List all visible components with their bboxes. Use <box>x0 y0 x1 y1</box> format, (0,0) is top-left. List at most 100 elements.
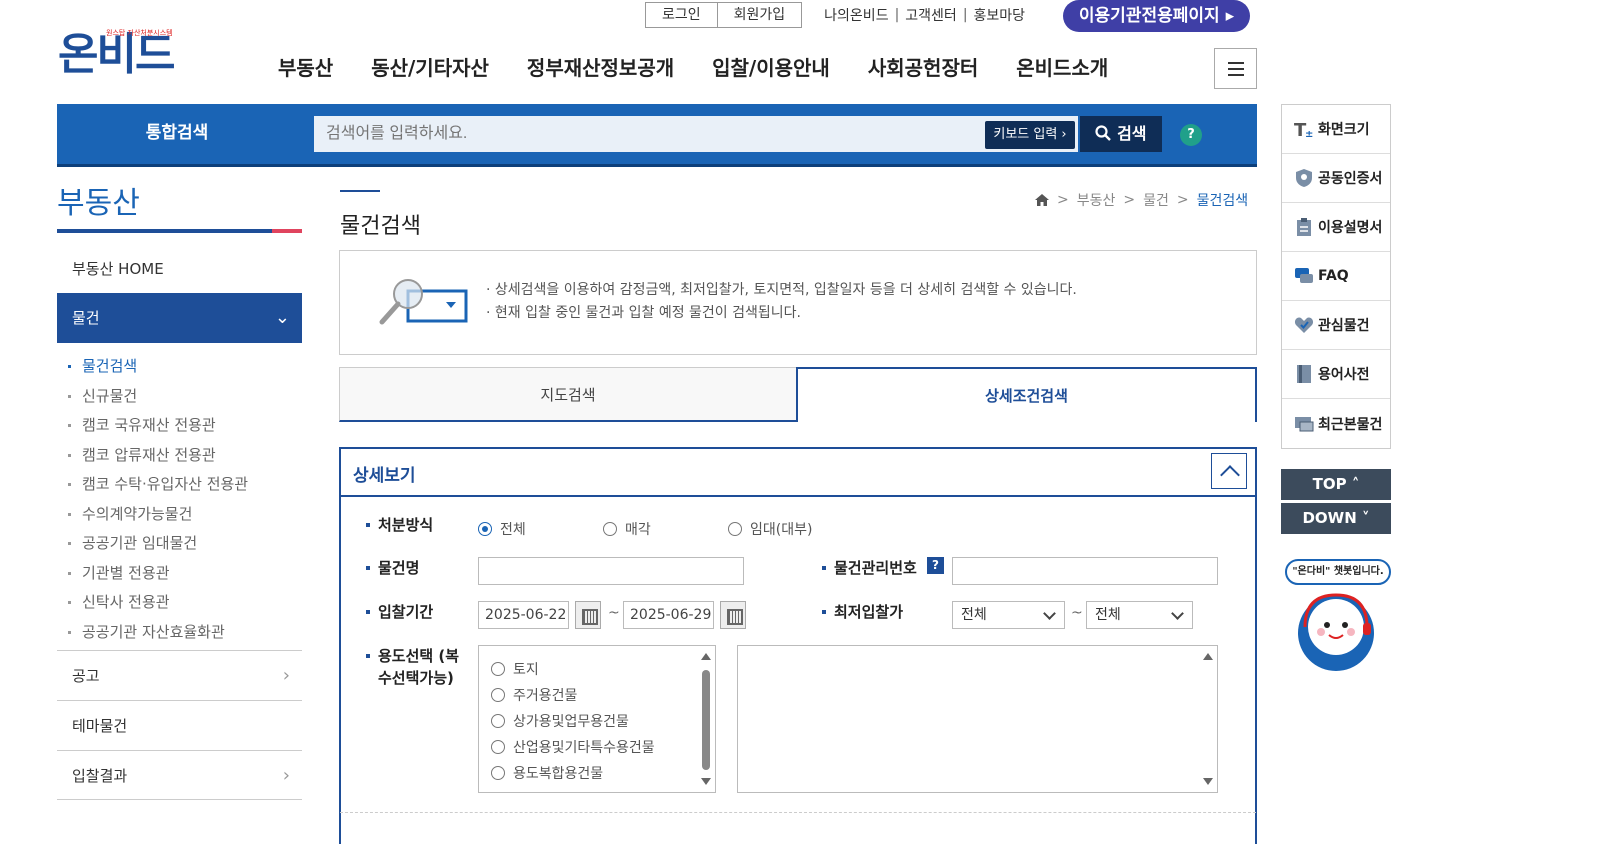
logo[interactable]: 원스탑 자산처분시스템 온비드 <box>58 29 176 80</box>
sidebar-item-results[interactable]: 입찰결과 › <box>57 750 302 800</box>
submenu-item[interactable]: 신규물건 <box>68 382 248 412</box>
chevron-right-icon: › <box>282 665 290 686</box>
radio-label: 전체 <box>500 522 526 538</box>
quick-item-certificate[interactable]: 공동인증서 <box>1282 154 1390 203</box>
search-button[interactable]: 검색 <box>1080 116 1162 152</box>
scrollbar[interactable] <box>1201 648 1215 790</box>
min-bid-from-select[interactable]: 전체 <box>952 601 1065 629</box>
crumb-sep: > <box>1176 192 1189 208</box>
sidebar-item-label: 입찰결과 <box>72 767 128 785</box>
submenu-item[interactable]: 공공기관 자산효율화관 <box>68 618 248 648</box>
sidebar-item-notice[interactable]: 공고 › <box>57 650 302 700</box>
period-label: 입찰기간 <box>366 601 433 623</box>
crumb-sep: > <box>1057 192 1069 208</box>
calendar-icon[interactable] <box>575 601 601 629</box>
crumb-item[interactable]: 부동산 <box>1077 190 1116 210</box>
usage-option[interactable]: 상가용및업무용건물 <box>491 708 655 734</box>
scrollbar[interactable] <box>699 648 713 790</box>
sidebar-title-underline <box>57 229 302 233</box>
help-icon[interactable]: ? <box>1180 124 1202 146</box>
calendar-icon[interactable] <box>720 601 746 629</box>
mgmt-no-input[interactable] <box>952 557 1218 585</box>
submenu-item[interactable]: 캠코 압류재산 전용관 <box>68 441 248 471</box>
submenu-item[interactable]: 신탁사 전용관 <box>68 588 248 618</box>
quick-item-recent[interactable]: 최근본물건 <box>1282 399 1390 448</box>
quick-item-screen-size[interactable]: T ± 화면크기 <box>1282 105 1390 154</box>
chatbot-button[interactable]: "온다비" 챗봇입니다. <box>1283 557 1393 672</box>
chevron-down-icon: ⌄ <box>274 307 290 328</box>
org-page-button[interactable]: 이용기관전용페이지 ▸ <box>1063 0 1250 32</box>
search-tabs: 지도검색 상세조건검색 <box>339 367 1257 422</box>
usage-option-label: 토지 <box>513 662 539 678</box>
submenu-item[interactable]: 물건검색 <box>68 352 248 382</box>
text-size-icon: T± <box>1294 120 1313 139</box>
top-button[interactable]: TOP ˄ <box>1281 469 1391 500</box>
tab-map-search[interactable]: 지도검색 <box>339 367 797 422</box>
collapse-button[interactable] <box>1211 453 1247 489</box>
login-link[interactable]: 로그인 <box>646 3 717 27</box>
top-label: TOP <box>1312 475 1347 493</box>
radio-all[interactable]: 전체 <box>478 519 526 539</box>
sidebar-item-home[interactable]: 부동산 HOME <box>57 244 302 294</box>
tab-detail-search[interactable]: 상세조건검색 <box>796 367 1257 422</box>
usage-option[interactable]: 주거용건물 <box>491 682 655 708</box>
usage-listbox[interactable]: 토지 주거용건물 상가용및업무용건물 산업용및기타특수용건물 용도복합용건물 <box>478 645 716 793</box>
date-to-input[interactable]: 2025-06-29 <box>623 601 714 629</box>
usage-option[interactable]: 산업용및기타특수용건물 <box>491 734 655 760</box>
quick-item-favorites[interactable]: 관심물건 <box>1282 301 1390 350</box>
date-from-input[interactable]: 2025-06-22 <box>478 601 569 629</box>
nav-about[interactable]: 온비드소개 <box>1016 52 1108 81</box>
info-line-text: 상세검색을 이용하여 감정금액, 최저입찰가, 토지면적, 입찰일자 등을 더 … <box>494 282 1077 298</box>
range-tilde: ~ <box>1071 605 1083 621</box>
down-button[interactable]: DOWN ˅ <box>1281 503 1391 534</box>
nav-bid-guide[interactable]: 입찰/이용안내 <box>712 52 830 81</box>
radio-circle <box>728 522 742 536</box>
quick-item-manual[interactable]: 이용설명서 <box>1282 203 1390 252</box>
detail-title: 상세보기 <box>353 466 416 486</box>
submenu-item[interactable]: 공공기관 임대물건 <box>68 529 248 559</box>
logo-subtitle: 원스탑 자산처분시스템 <box>106 29 173 37</box>
util-links: 나의온비드 | 고객센터 | 홍보마당 <box>824 5 1025 25</box>
search-icon <box>1095 125 1112 141</box>
my-onbid-link[interactable]: 나의온비드 <box>824 5 888 25</box>
min-bid-to-select[interactable]: 전체 <box>1086 601 1193 629</box>
radio-sale[interactable]: 매각 <box>603 519 651 539</box>
quick-item-label: 공동인증서 <box>1318 171 1383 187</box>
item-name-input[interactable] <box>478 557 744 585</box>
down-label: DOWN <box>1302 509 1357 527</box>
radio-lease[interactable]: 임대(대부) <box>728 519 812 539</box>
separator: | <box>962 7 968 23</box>
customer-center-link[interactable]: 고객센터 <box>905 5 957 25</box>
nav-gov-property[interactable]: 정부재산정보공개 <box>527 52 674 81</box>
keyboard-input-button[interactable]: 키보드 입력 › <box>985 121 1075 149</box>
sidebar-item-label: 테마물건 <box>72 717 128 735</box>
sidebar-item-label: 공고 <box>72 667 100 685</box>
submenu-item[interactable]: 캠코 국유재산 전용관 <box>68 411 248 441</box>
quick-item-glossary[interactable]: 용어사전 <box>1282 350 1390 399</box>
help-icon[interactable]: ? <box>927 557 944 574</box>
nav-social[interactable]: 사회공헌장터 <box>868 52 978 81</box>
page-title: 물건검색 <box>340 214 421 239</box>
radio-circle <box>491 766 505 780</box>
usage-option[interactable]: 용도복합용건물 <box>491 760 655 786</box>
usage-sub-listbox[interactable] <box>737 645 1218 793</box>
crumb-item[interactable]: 물건 <box>1143 190 1169 210</box>
search-input[interactable] <box>314 116 1078 152</box>
sidebar-item-theme[interactable]: 테마물건 <box>57 700 302 750</box>
submenu-item[interactable]: 수의계약가능물건 <box>68 500 248 530</box>
home-icon[interactable] <box>1035 194 1049 206</box>
submenu-item[interactable]: 캠코 수탁·유입자산 전용관 <box>68 470 248 500</box>
sidebar-item-property[interactable]: 물건 ⌄ <box>57 293 302 343</box>
nav-movable[interactable]: 동산/기타자산 <box>371 52 489 81</box>
org-page-label: 이용기관전용페이지 <box>1078 6 1220 26</box>
promotion-link[interactable]: 홍보마당 <box>974 5 1026 25</box>
submenu-item[interactable]: 기관별 전용관 <box>68 559 248 589</box>
nav-real-estate[interactable]: 부동산 <box>278 52 333 81</box>
search-bar: 통합검색 키보드 입력 › 검색 ? <box>57 104 1257 167</box>
join-link[interactable]: 회원가입 <box>716 3 802 27</box>
hamburger-menu-icon[interactable] <box>1214 48 1257 89</box>
radio-circle <box>478 522 492 536</box>
usage-option[interactable]: 토지 <box>491 656 655 682</box>
radio-label: 매각 <box>625 522 651 538</box>
quick-item-faq[interactable]: FAQ <box>1282 252 1390 301</box>
